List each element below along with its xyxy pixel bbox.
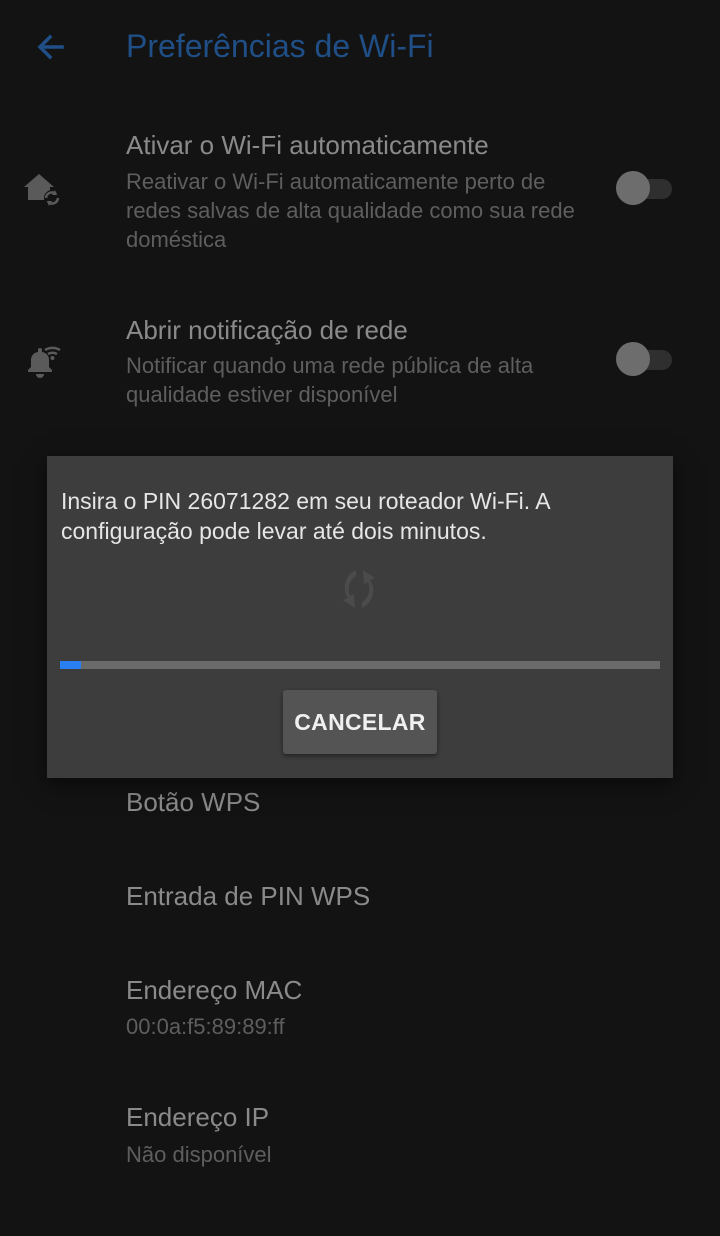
bell-wifi-icon <box>28 346 61 378</box>
home-sync-icon <box>24 174 60 206</box>
wps-button-item[interactable]: Botão WPS <box>126 787 260 818</box>
setting-network-notification-subtitle: Notificar quando uma rede pública de alt… <box>126 353 534 407</box>
mac-address-value: 00:0a:f5:89:89:ff <box>126 1014 285 1039</box>
ip-address-title: Endereço IP <box>126 1102 270 1132</box>
arrow-back-icon <box>37 34 64 60</box>
page-title: Preferências de Wi-Fi <box>126 28 434 64</box>
auto-wifi-toggle[interactable] <box>616 171 674 205</box>
network-notification-toggle[interactable] <box>616 342 674 376</box>
dialog-message: Insira o PIN 26071282 em seu roteador Wi… <box>61 488 550 544</box>
mac-address-title: Endereço MAC <box>126 975 303 1005</box>
toggle-thumb <box>616 342 650 376</box>
wps-icon <box>343 570 375 608</box>
setting-auto-wifi-title: Ativar o Wi-Fi automaticamente <box>126 130 489 160</box>
wps-pin-dialog: Insira o PIN 26071282 em seu roteador Wi… <box>47 456 673 778</box>
setting-auto-wifi-subtitle: Reativar o Wi-Fi automaticamente perto d… <box>126 169 575 252</box>
setting-network-notification-title: Abrir notificação de rede <box>126 315 408 345</box>
cancel-button[interactable]: CANCELAR <box>283 690 437 754</box>
ip-address-value: Não disponível <box>126 1142 272 1167</box>
wifi-preferences-screen: Preferências de Wi-Fi Ativar o Wi-Fi aut… <box>0 0 720 1236</box>
wps-pin-item[interactable]: Entrada de PIN WPS <box>126 881 370 912</box>
progress-bar <box>60 661 660 669</box>
back-button[interactable] <box>28 24 72 68</box>
toggle-thumb <box>616 171 650 205</box>
progress-fill <box>60 661 81 669</box>
